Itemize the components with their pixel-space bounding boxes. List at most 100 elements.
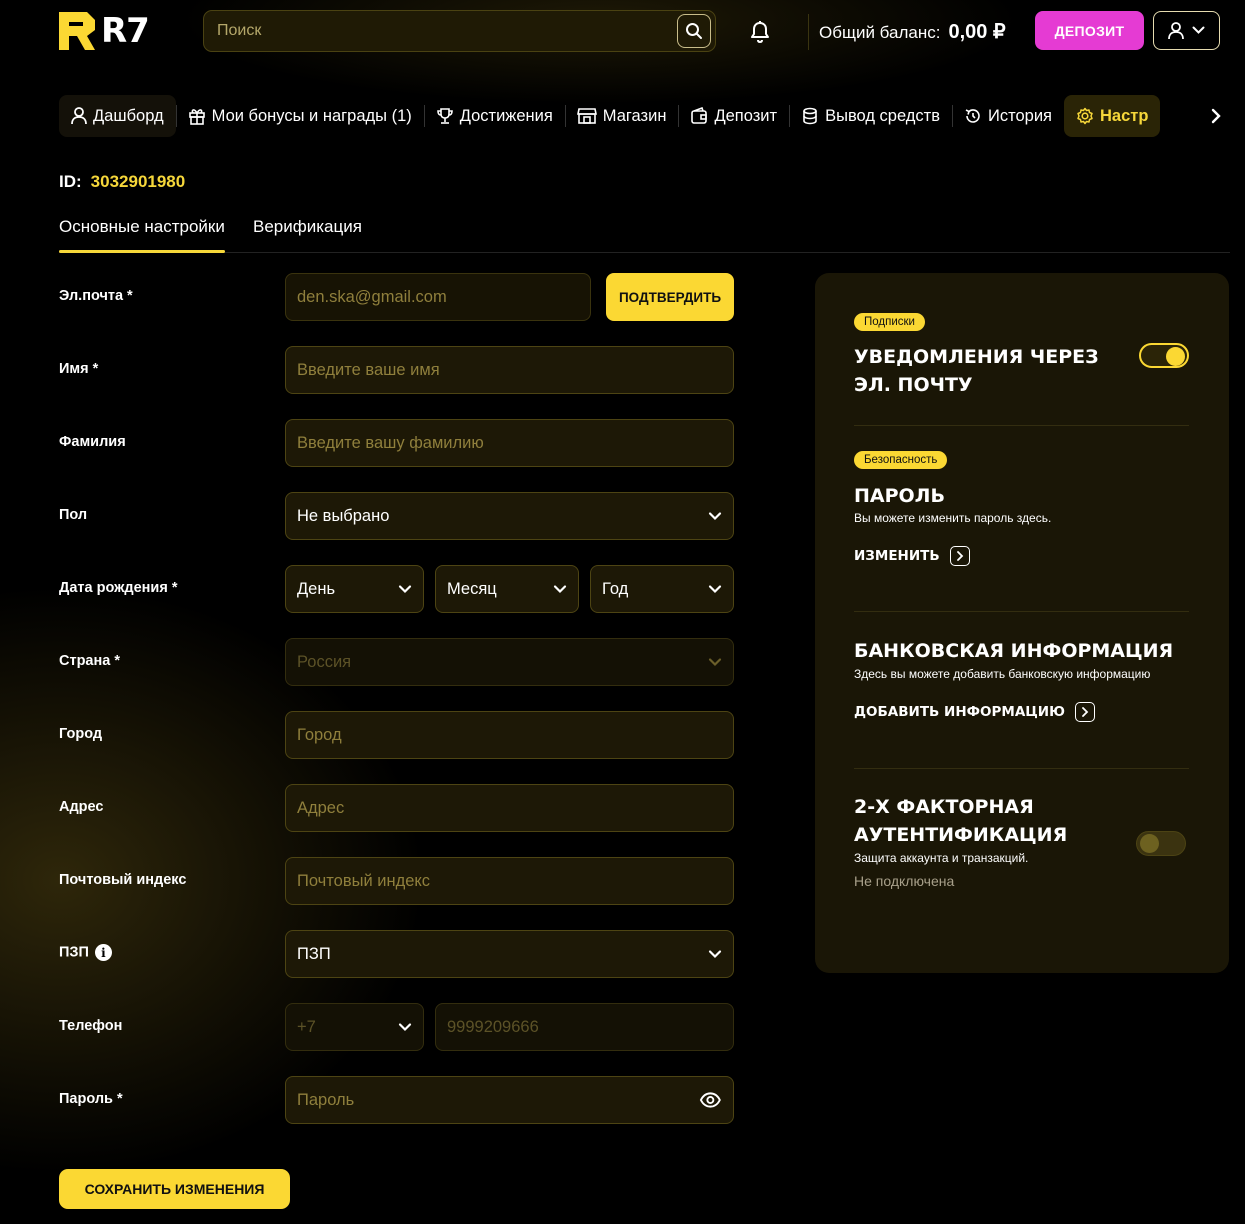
birth-day-select[interactable]: День	[285, 565, 424, 613]
nav-item-achievements[interactable]: Достижения	[424, 95, 566, 137]
notifications-button[interactable]	[749, 20, 771, 49]
password-subtitle: Вы можете изменить пароль здесь.	[854, 511, 1052, 525]
gender-label: Пол	[59, 507, 88, 523]
chevron-right-icon	[1211, 108, 1221, 124]
bank-info-subtitle: Здесь вы можете добавить банковскую инфо…	[854, 667, 1151, 681]
confirm-email-button[interactable]: ПОДТВЕРДИТЬ	[606, 273, 734, 321]
shop-icon	[576, 108, 597, 124]
id-value: 3032901980	[90, 172, 186, 191]
settings-tabs: Основные настройки Верификация	[59, 212, 1230, 253]
birth-year-select[interactable]: Год	[590, 565, 734, 613]
phone-field[interactable]	[447, 1004, 722, 1050]
nav-item-label: Депозит	[714, 106, 778, 125]
nav-item-withdrawal[interactable]: Вывод средств	[789, 95, 953, 137]
phone-field-wrapper	[435, 1003, 734, 1051]
phone-label: Телефон	[59, 1018, 123, 1034]
nav-item-label: Мои бонусы и награды (1)	[211, 106, 412, 125]
id-label: ID:	[59, 172, 82, 191]
change-password-link[interactable]: ИЗМЕНИТЬ	[854, 546, 970, 566]
last-name-field-wrapper	[285, 419, 734, 467]
email-notifications-title: УВЕДОМЛЕНИЯ ЧЕРЕЗ ЭЛ. ПОЧТУ	[854, 343, 1099, 399]
password-field[interactable]	[297, 1077, 700, 1123]
logo[interactable]: R7	[59, 11, 150, 51]
gender-select[interactable]: Не выбрано	[285, 492, 734, 540]
city-field-wrapper	[285, 711, 734, 759]
user-icon	[71, 107, 87, 125]
two-factor-toggle[interactable]	[1136, 831, 1186, 856]
country-select[interactable]: Россия	[285, 638, 734, 686]
tab-main-settings[interactable]: Основные настройки	[59, 217, 225, 253]
info-icon[interactable]: i	[94, 944, 112, 961]
logo-text: R7	[101, 11, 150, 51]
deposit-button[interactable]: ДЕПОЗИТ	[1035, 11, 1144, 50]
panel-divider	[854, 425, 1189, 426]
nav-item-dashboard[interactable]: Дашборд	[59, 95, 177, 137]
nav-item-bonuses[interactable]: Мои бонусы и награды (1)	[176, 95, 425, 137]
balance: Общий баланс: 0,00 ₽	[819, 19, 1006, 44]
two-factor-title-line1: 2-Х ФАКТОРНАЯ	[854, 796, 1034, 818]
search-button[interactable]	[677, 14, 711, 48]
tab-verification[interactable]: Верификация	[253, 217, 362, 237]
birth-month-value: Месяц	[447, 579, 497, 598]
birth-year-value: Год	[602, 579, 629, 598]
security-badge: Безопасность	[854, 451, 948, 469]
bell-icon	[751, 21, 769, 44]
address-field[interactable]	[297, 785, 722, 831]
user-menu-button[interactable]	[1153, 11, 1220, 50]
nav-item-settings[interactable]: Настр	[1064, 95, 1161, 137]
nav-item-label: Достижения	[459, 106, 553, 125]
last-name-field[interactable]	[297, 420, 722, 466]
email-field[interactable]	[297, 274, 579, 320]
postal-code-field[interactable]	[297, 858, 722, 904]
add-bank-info-link[interactable]: ДОБАВИТЬ ИНФОРМАЦИЮ	[854, 702, 1095, 722]
first-name-field[interactable]	[297, 347, 722, 393]
two-factor-status: Не подключена	[854, 873, 955, 889]
chevron-down-icon	[708, 950, 722, 959]
save-changes-button[interactable]: СОХРАНИТЬ ИЗМЕНЕНИЯ	[59, 1169, 290, 1209]
birth-month-select[interactable]: Месяц	[435, 565, 579, 613]
chevron-down-icon	[398, 585, 412, 594]
gear-icon	[1077, 107, 1093, 125]
pzp-select[interactable]: ПЗП	[285, 930, 734, 978]
nav-scroll-right-button[interactable]	[1201, 95, 1231, 137]
bank-info-title: БАНКОВСКАЯ ИНФОРМАЦИЯ	[854, 640, 1174, 662]
chevron-down-icon	[708, 585, 722, 594]
trophy-icon	[436, 108, 453, 124]
coins-icon	[803, 107, 817, 125]
nav-item-history[interactable]: История	[952, 95, 1064, 137]
nav-item-label: Дашборд	[93, 106, 164, 125]
chevron-down-icon	[398, 1023, 412, 1032]
eye-icon[interactable]	[699, 1091, 722, 1109]
nav-item-label: Магазин	[602, 106, 667, 125]
header-divider	[808, 14, 809, 50]
first-name-field-wrapper	[285, 346, 734, 394]
nav-item-label: Вывод средств	[825, 106, 940, 125]
search-icon	[686, 23, 702, 39]
search-input[interactable]	[204, 11, 664, 51]
nav-item-shop[interactable]: Магазин	[565, 95, 680, 137]
nav-item-label: История	[988, 106, 1052, 125]
city-field[interactable]	[297, 712, 722, 758]
pzp-value: ПЗП	[297, 944, 331, 963]
nav-item-deposit[interactable]: Депозит	[678, 95, 791, 137]
history-icon	[965, 109, 980, 123]
add-bank-info-label: ДОБАВИТЬ ИНФОРМАЦИЮ	[854, 704, 1065, 720]
pzp-label-row: ПЗП i	[59, 944, 112, 961]
chevron-down-icon	[708, 512, 722, 521]
first-name-label: Имя *	[59, 361, 99, 377]
chevron-right-icon	[949, 546, 970, 566]
email-notifications-toggle[interactable]	[1139, 343, 1189, 368]
search-bar	[203, 10, 716, 52]
address-label: Адрес	[59, 799, 104, 815]
account-id: ID: 3032901980	[59, 172, 185, 192]
email-notifications-title-line2: ЭЛ. ПОЧТУ	[854, 374, 973, 396]
chevron-down-icon	[708, 658, 722, 667]
two-factor-title-line2: АУТЕНТИФИКАЦИЯ	[854, 824, 1068, 846]
account-nav: Дашборд Мои бонусы и награды (1) Достиже…	[59, 95, 1227, 137]
change-password-label: ИЗМЕНИТЬ	[854, 548, 940, 564]
subscriptions-badge: Подписки	[854, 313, 925, 331]
panel-divider	[854, 768, 1189, 769]
wallet-icon	[691, 107, 708, 124]
settings-side-panel: Подписки УВЕДОМЛЕНИЯ ЧЕРЕЗ ЭЛ. ПОЧТУ Без…	[815, 273, 1229, 973]
phone-code-select[interactable]: +7	[285, 1003, 424, 1051]
